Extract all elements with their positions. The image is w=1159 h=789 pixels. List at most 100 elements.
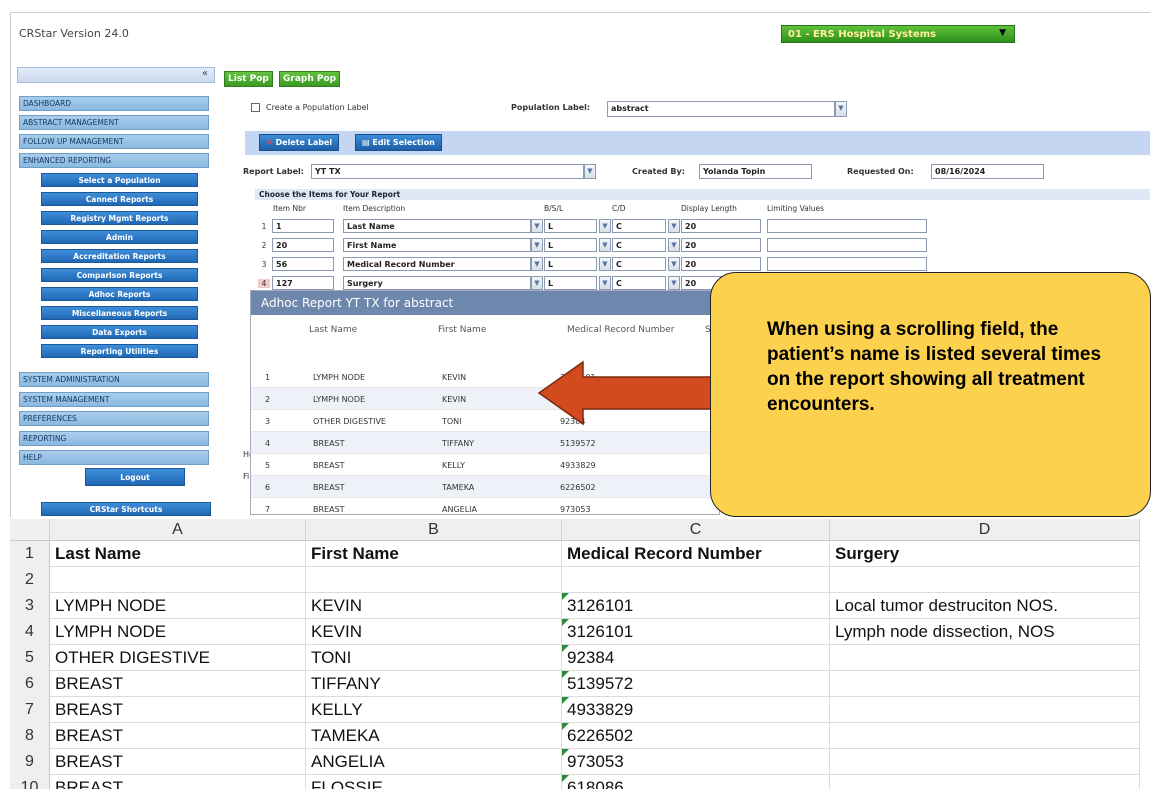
sidebar-subitem[interactable]: Admin xyxy=(41,230,198,244)
sheet-cell-b[interactable]: TONI xyxy=(306,645,562,671)
dropdown-arrow-icon[interactable]: ▼ xyxy=(668,219,680,233)
display-length-input[interactable]: 20 xyxy=(681,238,761,252)
sheet-cell-a[interactable]: LYMPH NODE xyxy=(50,619,306,645)
sheet-cell-d[interactable] xyxy=(830,645,1140,671)
dropdown-arrow-icon[interactable]: ▼ xyxy=(531,257,543,271)
popup-table-row[interactable]: 6 BREAST TAMEKA 6226502 xyxy=(251,476,721,498)
item-description-input[interactable]: Last Name xyxy=(343,219,531,233)
dropdown-arrow-icon[interactable]: ▼ xyxy=(531,238,543,252)
sheet-cell-a[interactable]: BREAST xyxy=(50,749,306,775)
dropdown-arrow-icon[interactable]: ▼ xyxy=(599,238,611,252)
cd-input[interactable]: C xyxy=(612,257,666,271)
sheet-col-a[interactable]: A xyxy=(50,519,306,541)
item-description-input[interactable]: Medical Record Number xyxy=(343,257,531,271)
cd-input[interactable]: C xyxy=(612,219,666,233)
popup-table-row[interactable]: 4 BREAST TIFFANY 5139572 xyxy=(251,432,721,454)
sheet-row-header[interactable]: 6 xyxy=(10,671,50,697)
item-nbr-input[interactable]: 1 xyxy=(272,219,334,233)
report-label-input[interactable]: YT TX xyxy=(311,164,584,179)
sheet-cell-b[interactable]: First Name xyxy=(306,541,562,567)
sheet-cell-c[interactable]: 92384 xyxy=(562,645,830,671)
cd-input[interactable]: C xyxy=(612,276,666,290)
sheet-row-header[interactable]: 5 xyxy=(10,645,50,671)
sidebar-section[interactable]: DASHBOARD xyxy=(19,96,209,111)
sheet-row-header[interactable]: 9 xyxy=(10,749,50,775)
sheet-cell-d[interactable]: Lymph node dissection, NOS xyxy=(830,619,1140,645)
sheet-cell-c[interactable]: 3126101 xyxy=(562,619,830,645)
sheet-cell-c[interactable]: 3126101 xyxy=(562,593,830,619)
sidebar-section[interactable]: ABSTRACT MANAGEMENT xyxy=(19,115,209,130)
sheet-cell-a[interactable]: BREAST xyxy=(50,671,306,697)
population-dropdown-arrow-icon[interactable]: ▼ xyxy=(835,101,847,117)
shortcuts-button[interactable]: CRStar Shortcuts xyxy=(41,502,211,516)
sheet-cell-a[interactable]: Last Name xyxy=(50,541,306,567)
sheet-cell-d[interactable] xyxy=(830,671,1140,697)
display-length-input[interactable]: 20 xyxy=(681,219,761,233)
sheet-cell-a[interactable] xyxy=(50,567,306,593)
sheet-cell-a[interactable]: LYMPH NODE xyxy=(50,593,306,619)
cd-input[interactable]: C xyxy=(612,238,666,252)
sheet-cell-b[interactable]: TAMEKA xyxy=(306,723,562,749)
sheet-row-header[interactable]: 10 xyxy=(10,775,50,789)
sheet-row-header[interactable]: 7 xyxy=(10,697,50,723)
sheet-col-d[interactable]: D xyxy=(830,519,1140,541)
sheet-col-c[interactable]: C xyxy=(562,519,830,541)
sheet-cell-c[interactable]: Medical Record Number xyxy=(562,541,830,567)
sidebar-subitem[interactable]: Canned Reports xyxy=(41,192,198,206)
edit-selection-button[interactable]: ▤ Edit Selection xyxy=(355,134,442,151)
sheet-row-header[interactable]: 4 xyxy=(10,619,50,645)
item-description-input[interactable]: Surgery xyxy=(343,276,531,290)
sheet-cell-c[interactable]: 618086 xyxy=(562,775,830,789)
item-description-input[interactable]: First Name xyxy=(343,238,531,252)
tab-list-pop[interactable]: List Pop xyxy=(224,71,273,87)
sheet-cell-d[interactable] xyxy=(830,723,1140,749)
logout-button[interactable]: Logout xyxy=(85,468,185,486)
sheet-cell-a[interactable]: OTHER DIGESTIVE xyxy=(50,645,306,671)
sidebar-collapse-button[interactable]: « xyxy=(17,67,215,83)
sheet-corner[interactable] xyxy=(10,519,50,541)
sheet-col-b[interactable]: B xyxy=(306,519,562,541)
sidebar-subitem[interactable]: Select a Population xyxy=(41,173,198,187)
sheet-cell-a[interactable]: BREAST xyxy=(50,723,306,749)
sheet-cell-d[interactable] xyxy=(830,775,1140,789)
sidebar-section[interactable]: REPORTING xyxy=(19,430,209,446)
limiting-values-input[interactable] xyxy=(767,219,927,233)
sidebar-subitem[interactable]: Miscellaneous Reports xyxy=(41,306,198,320)
sidebar-section[interactable]: SYSTEM ADMINISTRATION xyxy=(19,372,209,387)
dropdown-arrow-icon[interactable]: ▼ xyxy=(531,276,543,290)
sheet-cell-b[interactable]: KELLY xyxy=(306,697,562,723)
sidebar-subitem[interactable]: Accreditation Reports xyxy=(41,249,198,263)
sheet-cell-b[interactable]: FLOSSIE xyxy=(306,775,562,789)
sidebar-section[interactable]: HELP xyxy=(19,450,209,465)
sheet-cell-d[interactable] xyxy=(830,749,1140,775)
delete-label-button[interactable]: ✕ Delete Label xyxy=(259,134,340,151)
sheet-cell-a[interactable]: BREAST xyxy=(50,775,306,789)
sheet-cell-d[interactable]: Local tumor destruciton NOS. xyxy=(830,593,1140,619)
dropdown-arrow-icon[interactable]: ▼ xyxy=(599,276,611,290)
sidebar-section[interactable]: ENHANCED REPORTING xyxy=(19,153,209,168)
facility-select[interactable]: 01 - ERS Hospital Systems ▼ xyxy=(781,25,1015,43)
popup-table-row[interactable]: 5 BREAST KELLY 4933829 xyxy=(251,454,721,476)
population-label-input[interactable]: abstract xyxy=(607,101,835,117)
limiting-values-input[interactable] xyxy=(767,238,927,252)
sheet-cell-b[interactable]: TIFFANY xyxy=(306,671,562,697)
bsl-input[interactable]: L xyxy=(544,276,597,290)
dropdown-arrow-icon[interactable]: ▼ xyxy=(668,238,680,252)
sidebar-subitem[interactable]: Adhoc Reports xyxy=(41,287,198,301)
sidebar-section[interactable]: PREFERENCES xyxy=(19,411,209,426)
dropdown-arrow-icon[interactable]: ▼ xyxy=(599,257,611,271)
sidebar-subitem[interactable]: Comparison Reports xyxy=(41,268,198,282)
requested-on-input[interactable]: 08/16/2024 xyxy=(931,164,1044,179)
sheet-cell-c[interactable]: 6226502 xyxy=(562,723,830,749)
sidebar-subitem[interactable]: Reporting Utilities xyxy=(41,344,198,358)
sheet-cell-b[interactable] xyxy=(306,567,562,593)
item-nbr-input[interactable]: 127 xyxy=(272,276,334,290)
sheet-cell-d[interactable]: Surgery xyxy=(830,541,1140,567)
display-length-input[interactable]: 20 xyxy=(681,257,761,271)
sheet-cell-b[interactable]: KEVIN xyxy=(306,619,562,645)
bsl-input[interactable]: L xyxy=(544,257,597,271)
sheet-cell-b[interactable]: KEVIN xyxy=(306,593,562,619)
sidebar-section[interactable]: FOLLOW UP MANAGEMENT xyxy=(19,134,209,149)
report-dropdown-arrow-icon[interactable]: ▼ xyxy=(584,164,596,179)
dropdown-arrow-icon[interactable]: ▼ xyxy=(599,219,611,233)
